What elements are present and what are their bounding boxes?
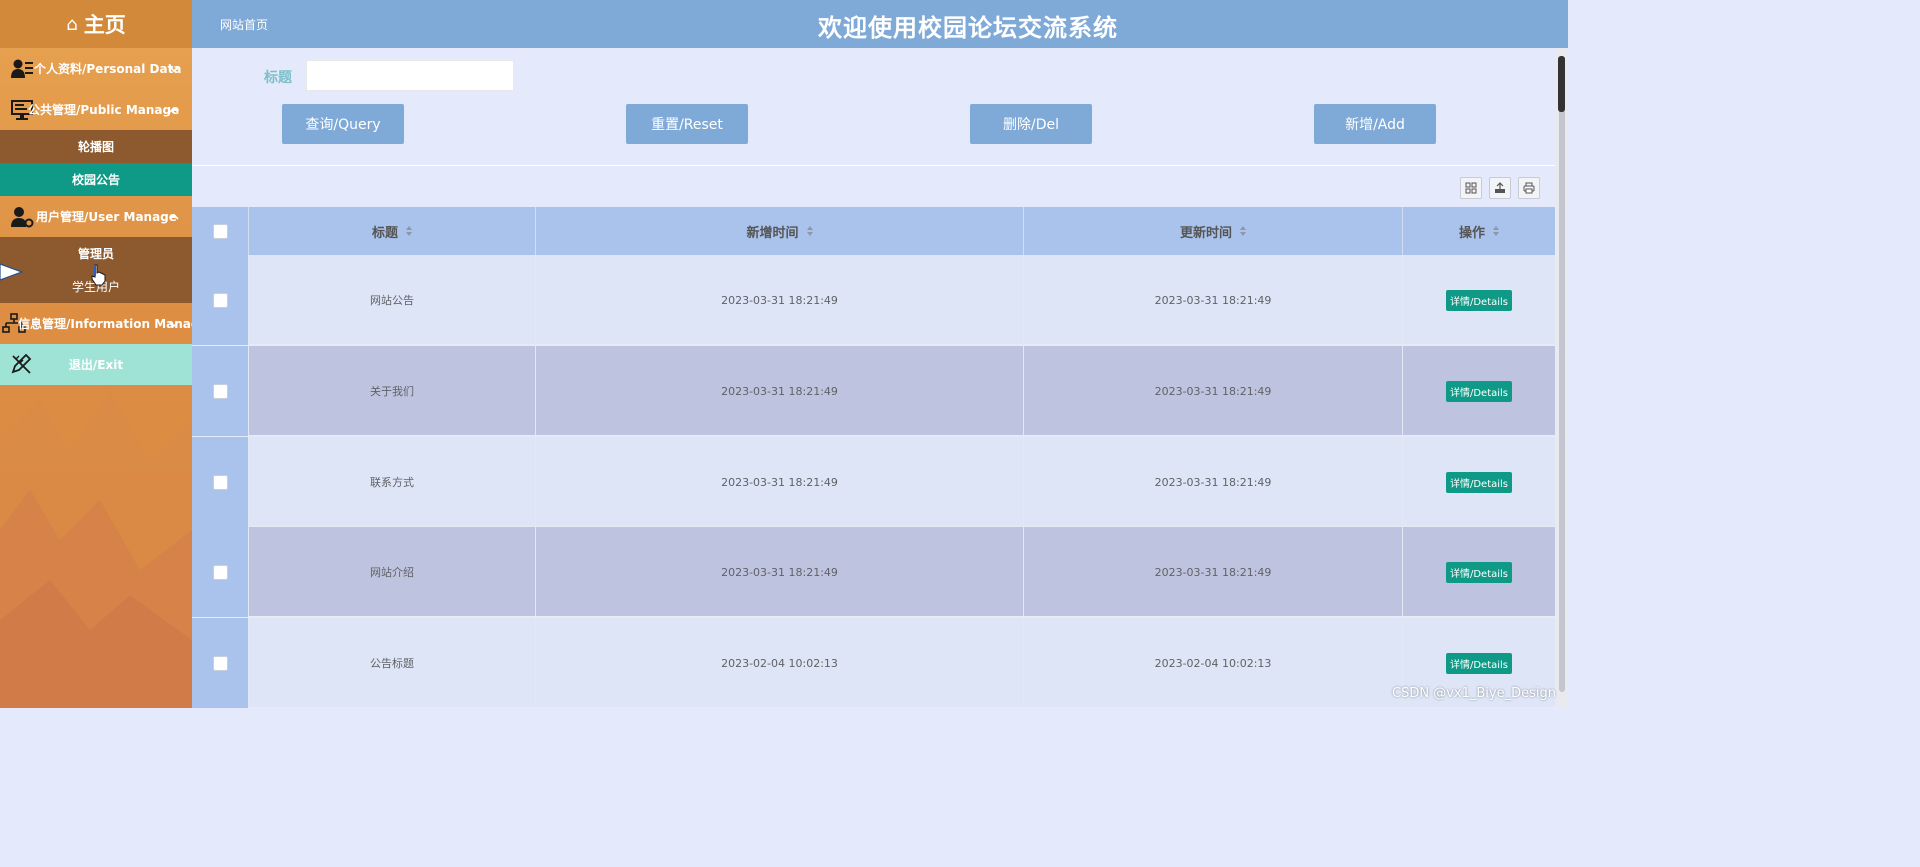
row-select-cell <box>192 255 249 345</box>
sort-icon[interactable] <box>1240 226 1246 236</box>
header-title-label: 标题 <box>371 225 398 241</box>
menu-public-manage[interactable]: 公共管理/Public Manage <box>0 89 192 130</box>
page-title: 欢迎使用校园论坛交流系统 <box>818 14 1118 42</box>
vertical-scrollbar[interactable] <box>1555 48 1568 708</box>
cell-title: 联系方式 <box>249 437 536 527</box>
header-actions-label: 操作 <box>1458 225 1485 241</box>
submenu-item-campus-notice[interactable]: 校园公告 <box>0 163 192 196</box>
cell-updated: 2023-03-31 18:21:49 <box>1024 255 1403 345</box>
chevron-down-icon <box>169 65 179 72</box>
header-created[interactable]: 新增时间 <box>536 207 1024 255</box>
sort-icon[interactable] <box>806 226 813 236</box>
scrollbar-thumb[interactable] <box>1559 56 1565 692</box>
cell-title: 关于我们 <box>249 346 536 436</box>
row-checkbox[interactable] <box>212 564 228 580</box>
header-actions[interactable]: 操作 <box>1403 207 1555 255</box>
home-icon: ⌂ <box>66 13 78 35</box>
chevron-up-icon <box>169 106 179 113</box>
row-select-cell <box>192 527 249 617</box>
header-select-cell <box>192 207 249 255</box>
cell-actions: 详情/Details <box>1403 346 1555 436</box>
menu-label: 公共管理/Public Manage <box>28 103 180 117</box>
details-button[interactable]: 详情/Details <box>1445 561 1513 583</box>
sort-icon[interactable] <box>1493 226 1499 236</box>
chevron-up-icon <box>169 213 179 220</box>
cell-created: 2023-03-31 18:21:49 <box>536 437 1024 527</box>
sort-icon[interactable] <box>406 226 412 236</box>
cell-updated: 2023-03-31 18:21:49 <box>1024 527 1403 617</box>
search-panel: 标题 查询/Query 重置/Reset 删除/Del 新增/Add <box>192 48 1555 166</box>
exit-label: 退出/Exit <box>68 358 124 372</box>
submenu-public-manage: 轮播图 校园公告 <box>0 130 192 196</box>
menu-label: 个人资料/Personal Data <box>34 62 182 76</box>
title-filter-input[interactable] <box>306 60 514 91</box>
details-button[interactable]: 详情/Details <box>1445 652 1513 674</box>
data-table: 标题 新增时间 更新时间 操作 网站公告 2023-03-31 18:21:49… <box>192 207 1555 708</box>
cell-created: 2023-03-31 18:21:49 <box>536 255 1024 345</box>
table-row: 联系方式 2023-03-31 18:21:49 2023-03-31 18:2… <box>192 437 1555 527</box>
row-select-cell <box>192 618 249 708</box>
row-select-cell <box>192 346 249 436</box>
exit-button[interactable]: 退出/Exit <box>0 344 192 385</box>
query-button[interactable]: 查询/Query <box>282 104 404 144</box>
reset-button[interactable]: 重置/Reset <box>626 104 748 144</box>
row-checkbox[interactable] <box>212 292 228 308</box>
menu-label: 信息管理/Information Manage <box>18 317 192 331</box>
menu-personal-data[interactable]: 个人资料/Personal Data <box>0 48 192 89</box>
cell-updated: 2023-03-31 18:21:49 <box>1024 437 1403 527</box>
scrollbar-marker <box>1558 56 1565 112</box>
user-card-icon <box>11 59 33 78</box>
table-toolbar <box>192 166 1555 207</box>
row-checkbox[interactable] <box>212 655 228 671</box>
columns-icon[interactable] <box>1460 177 1482 199</box>
table-row: 网站介绍 2023-03-31 18:21:49 2023-03-31 18:2… <box>192 527 1555 617</box>
cell-actions: 详情/Details <box>1403 527 1555 617</box>
cell-created: 2023-03-31 18:21:49 <box>536 527 1024 617</box>
table-header: 标题 新增时间 更新时间 操作 <box>192 207 1555 255</box>
add-button[interactable]: 新增/Add <box>1314 104 1436 144</box>
home-link[interactable]: ⌂ 主页 <box>0 0 192 48</box>
row-checkbox[interactable] <box>212 474 228 490</box>
watermark: CSDN @vx1_Biye_Design <box>1392 686 1556 701</box>
cell-updated: 2023-03-31 18:21:49 <box>1024 346 1403 436</box>
hand-cursor-icon <box>91 264 106 286</box>
submenu-item-carousel[interactable]: 轮播图 <box>0 130 192 163</box>
cell-actions: 详情/Details <box>1403 255 1555 345</box>
export-icon[interactable] <box>1489 177 1511 199</box>
row-checkbox[interactable] <box>212 383 228 399</box>
cell-created: 2023-02-04 10:02:13 <box>536 618 1024 708</box>
delete-button[interactable]: 删除/Del <box>970 104 1092 144</box>
cell-title: 公告标题 <box>249 618 536 708</box>
print-icon[interactable] <box>1518 177 1540 199</box>
header-updated-label: 更新时间 <box>1179 225 1232 241</box>
title-filter-label: 标题 <box>264 70 292 86</box>
home-label: 主页 <box>83 13 126 37</box>
row-select-cell <box>192 437 249 527</box>
top-header: 网站首页 欢迎使用校园论坛交流系统 <box>192 0 1568 48</box>
details-button[interactable]: 详情/Details <box>1445 471 1513 493</box>
mountain-background-image <box>0 390 192 708</box>
cell-created: 2023-03-31 18:21:49 <box>536 346 1024 436</box>
cell-title: 网站介绍 <box>249 527 536 617</box>
collapse-flag-icon <box>0 263 24 281</box>
user-gear-icon <box>11 207 34 228</box>
select-all-checkbox[interactable] <box>212 223 228 239</box>
menu-user-manage[interactable]: 用户管理/User Manage <box>0 196 192 237</box>
header-title[interactable]: 标题 <box>249 207 536 255</box>
menu-label: 用户管理/User Manage <box>36 210 177 224</box>
chevron-down-icon <box>169 320 179 327</box>
cell-title: 网站公告 <box>249 255 536 345</box>
cell-updated: 2023-02-04 10:02:13 <box>1024 618 1403 708</box>
header-updated[interactable]: 更新时间 <box>1024 207 1403 255</box>
table-row: 关于我们 2023-03-31 18:21:49 2023-03-31 18:2… <box>192 346 1555 436</box>
sidebar: ⌂ 主页 个人资料/Personal Data 公共管理/Public Mana… <box>0 0 192 708</box>
cell-actions: 详情/Details <box>1403 437 1555 527</box>
table-row: 公告标题 2023-02-04 10:02:13 2023-02-04 10:0… <box>192 618 1555 708</box>
table-row: 网站公告 2023-03-31 18:21:49 2023-03-31 18:2… <box>192 255 1555 345</box>
menu-information-manage[interactable]: 信息管理/Information Manage <box>0 303 192 344</box>
header-created-label: 新增时间 <box>746 225 799 241</box>
details-button[interactable]: 详情/Details <box>1445 380 1513 402</box>
details-button[interactable]: 详情/Details <box>1445 289 1513 311</box>
